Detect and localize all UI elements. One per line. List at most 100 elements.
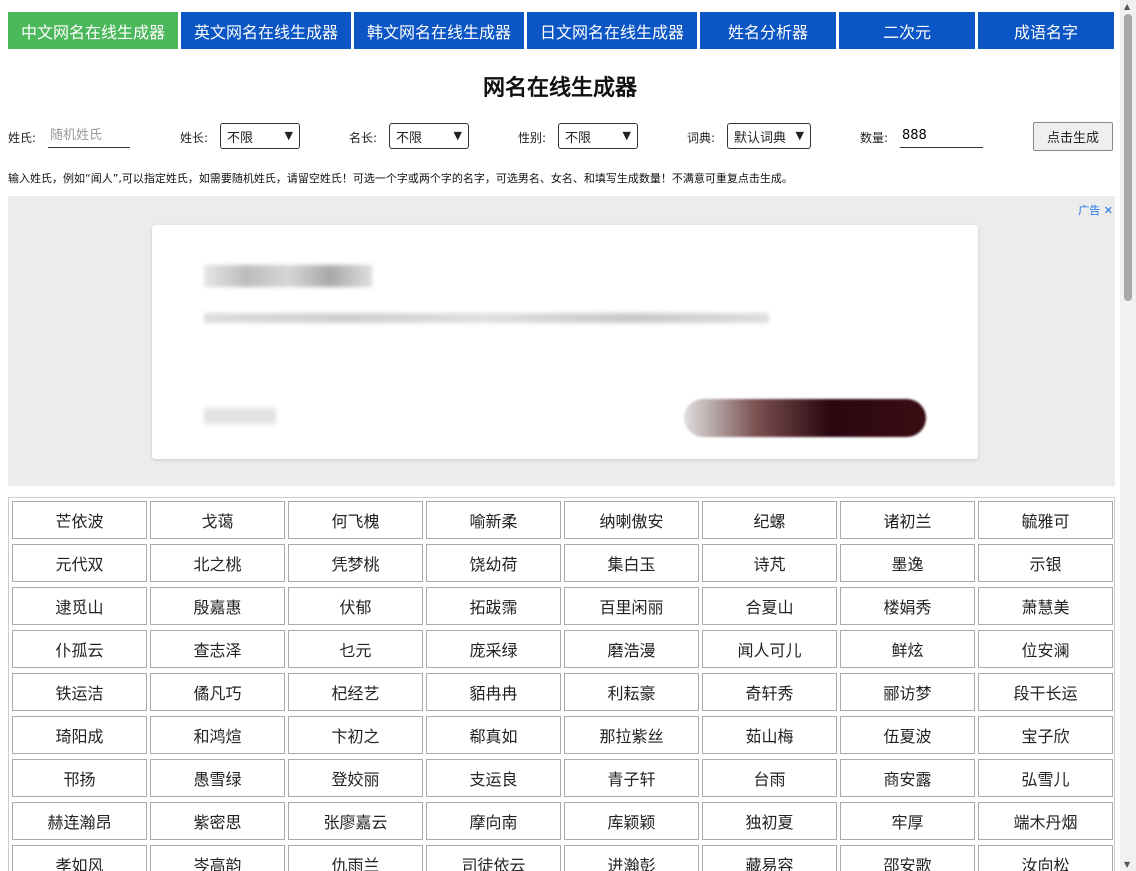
name-cell[interactable]: 拓跋霈 xyxy=(426,587,561,625)
name-cell[interactable]: 邗扬 xyxy=(12,759,147,797)
chevron-down-icon: ▼ xyxy=(284,129,293,142)
scroll-up-icon[interactable]: ▲ xyxy=(1124,2,1130,11)
name-cell[interactable]: 僪凡巧 xyxy=(150,673,285,711)
name-cell[interactable]: 段干长运 xyxy=(978,673,1113,711)
name-cell[interactable]: 示银 xyxy=(978,544,1113,582)
tab-english-name[interactable]: 英文网名在线生成器 xyxy=(181,12,351,49)
name-cell[interactable]: 萧慧美 xyxy=(978,587,1113,625)
surname-input[interactable] xyxy=(48,124,130,148)
name-cell[interactable]: 庞采绿 xyxy=(426,630,561,668)
tab-anime[interactable]: 二次元 xyxy=(839,12,975,49)
surname-length-select[interactable]: 不限 ▼ xyxy=(220,123,300,149)
name-cell[interactable]: 鲜炫 xyxy=(840,630,975,668)
name-cell[interactable]: 乜元 xyxy=(288,630,423,668)
name-cell[interactable]: 仆孤云 xyxy=(12,630,147,668)
name-cell[interactable]: 集白玉 xyxy=(564,544,699,582)
name-cell[interactable]: 饶幼荷 xyxy=(426,544,561,582)
name-cell[interactable]: 喻新柔 xyxy=(426,501,561,539)
count-input[interactable] xyxy=(900,124,983,148)
name-cell[interactable]: 牢厚 xyxy=(840,802,975,840)
tab-korean-name[interactable]: 韩文网名在线生成器 xyxy=(354,12,524,49)
name-cell[interactable]: 登姣丽 xyxy=(288,759,423,797)
name-cell[interactable]: 查志泽 xyxy=(150,630,285,668)
name-cell[interactable]: 弘雪儿 xyxy=(978,759,1113,797)
name-cell[interactable]: 凭梦桃 xyxy=(288,544,423,582)
name-cell[interactable]: 邵安歌 xyxy=(840,845,975,871)
name-cell[interactable]: 墨逸 xyxy=(840,544,975,582)
name-cell[interactable]: 伍夏波 xyxy=(840,716,975,754)
name-cell[interactable]: 郦访梦 xyxy=(840,673,975,711)
surname-label: 姓氏: xyxy=(8,131,37,145)
name-cell[interactable]: 台雨 xyxy=(702,759,837,797)
name-cell[interactable]: 何飞槐 xyxy=(288,501,423,539)
name-cell[interactable]: 独初夏 xyxy=(702,802,837,840)
close-icon[interactable]: ✕ xyxy=(1104,204,1113,217)
name-cell[interactable]: 位安澜 xyxy=(978,630,1113,668)
name-cell[interactable]: 百里闲丽 xyxy=(564,587,699,625)
name-cell[interactable]: 端木丹烟 xyxy=(978,802,1113,840)
name-cell[interactable]: 合夏山 xyxy=(702,587,837,625)
name-cell[interactable]: 貊冉冉 xyxy=(426,673,561,711)
ad-banner[interactable]: 广告 ✕ xyxy=(8,196,1115,486)
gender-label: 性别: xyxy=(518,131,547,145)
name-cell[interactable]: 库颖颖 xyxy=(564,802,699,840)
name-cell[interactable]: 孝如风 xyxy=(12,845,147,871)
tab-chinese-name[interactable]: 中文网名在线生成器 xyxy=(8,12,178,49)
name-cell[interactable]: 北之桃 xyxy=(150,544,285,582)
name-cell[interactable]: 藏易容 xyxy=(702,845,837,871)
name-cell[interactable]: 宝子欣 xyxy=(978,716,1113,754)
name-cell[interactable]: 芒依波 xyxy=(12,501,147,539)
name-length-select[interactable]: 不限 ▼ xyxy=(389,123,469,149)
name-cell[interactable]: 茹山梅 xyxy=(702,716,837,754)
name-cell[interactable]: 张廖嘉云 xyxy=(288,802,423,840)
tab-name-analyzer[interactable]: 姓名分析器 xyxy=(700,12,836,49)
name-cell[interactable]: 青子轩 xyxy=(564,759,699,797)
name-cell[interactable]: 岑高韵 xyxy=(150,845,285,871)
name-cell[interactable]: 伏郁 xyxy=(288,587,423,625)
name-cell[interactable]: 琦阳成 xyxy=(12,716,147,754)
name-cell[interactable]: 殷嘉惠 xyxy=(150,587,285,625)
name-cell[interactable]: 赫连瀚昂 xyxy=(12,802,147,840)
name-cell[interactable]: 卞初之 xyxy=(288,716,423,754)
name-cell[interactable]: 商安露 xyxy=(840,759,975,797)
name-cell[interactable]: 那拉紫丝 xyxy=(564,716,699,754)
name-length-value: 不限 xyxy=(396,130,423,146)
tab-idiom-names[interactable]: 成语名字 xyxy=(978,12,1114,49)
name-cell[interactable]: 愚雪绿 xyxy=(150,759,285,797)
name-cell[interactable]: 仇雨兰 xyxy=(288,845,423,871)
ad-label[interactable]: 广告 ✕ xyxy=(1078,202,1113,218)
name-cell[interactable]: 磨浩漫 xyxy=(564,630,699,668)
name-cell[interactable]: 汝向松 xyxy=(978,845,1113,871)
name-cell[interactable]: 逮觅山 xyxy=(12,587,147,625)
generator-form: 姓氏: 姓长: 不限 ▼ 名长: 不限 ▼ 性别: 不限 ▼ 词典: 默认词典 … xyxy=(0,122,1120,152)
name-cell[interactable]: 司徒依云 xyxy=(426,845,561,871)
tab-japanese-name[interactable]: 日文网名在线生成器 xyxy=(527,12,697,49)
name-cell[interactable]: 进瀚彭 xyxy=(564,845,699,871)
name-cell[interactable]: 铁运洁 xyxy=(12,673,147,711)
name-cell[interactable]: 闻人可儿 xyxy=(702,630,837,668)
name-cell[interactable]: 诗芃 xyxy=(702,544,837,582)
name-cell[interactable]: 支运良 xyxy=(426,759,561,797)
name-cell[interactable]: 利耘豪 xyxy=(564,673,699,711)
name-cell[interactable]: 奇轩秀 xyxy=(702,673,837,711)
ad-card[interactable] xyxy=(152,225,978,459)
scrollbar[interactable]: ▲ ▼ xyxy=(1120,0,1136,871)
name-cell[interactable]: 诸初兰 xyxy=(840,501,975,539)
name-cell[interactable]: 纳喇傲安 xyxy=(564,501,699,539)
gender-select[interactable]: 不限 ▼ xyxy=(558,123,638,149)
name-cell[interactable]: 和鸿煊 xyxy=(150,716,285,754)
dict-select[interactable]: 默认词典 ▼ xyxy=(727,123,811,149)
name-cell[interactable]: 楼娟秀 xyxy=(840,587,975,625)
scrollbar-thumb[interactable] xyxy=(1124,14,1132,301)
name-cell[interactable]: 纪螺 xyxy=(702,501,837,539)
name-cell[interactable]: 摩向南 xyxy=(426,802,561,840)
name-cell[interactable]: 郗真如 xyxy=(426,716,561,754)
scroll-down-icon[interactable]: ▼ xyxy=(1124,860,1130,869)
name-cell[interactable]: 戈蔼 xyxy=(150,501,285,539)
name-cell[interactable]: 杞经艺 xyxy=(288,673,423,711)
ad-blurred-cta-button[interactable] xyxy=(684,399,926,437)
name-cell[interactable]: 毓雅可 xyxy=(978,501,1113,539)
name-cell[interactable]: 紫密思 xyxy=(150,802,285,840)
name-cell[interactable]: 元代双 xyxy=(12,544,147,582)
generate-button[interactable]: 点击生成 xyxy=(1033,122,1113,151)
